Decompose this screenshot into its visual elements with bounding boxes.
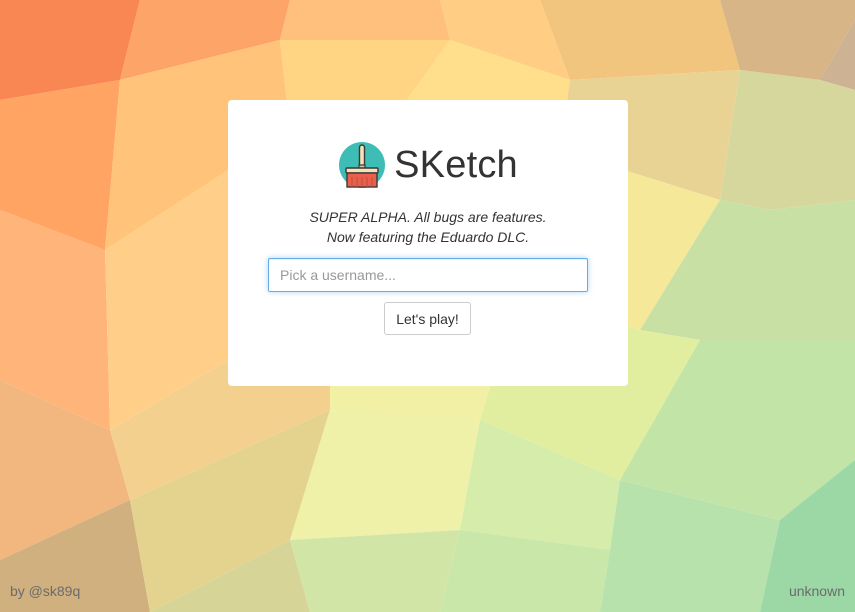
brand-header: SKetch — [228, 140, 628, 190]
login-screen: SKetch SUPER ALPHA. All bugs are feature… — [0, 0, 855, 612]
tagline-line-2: Now featuring the Eduardo DLC. — [326, 229, 530, 245]
author-credit: by @sk89q — [10, 583, 81, 599]
tagline-line-1: SUPER ALPHA. All bugs are features. — [309, 209, 547, 225]
login-card: SKetch SUPER ALPHA. All bugs are feature… — [228, 100, 628, 386]
lets-play-button[interactable]: Let's play! — [384, 302, 471, 335]
paintbrush-icon — [339, 142, 386, 188]
app-title: SKetch — [394, 144, 518, 186]
username-input[interactable] — [268, 258, 588, 292]
connection-status: unknown — [788, 583, 845, 599]
